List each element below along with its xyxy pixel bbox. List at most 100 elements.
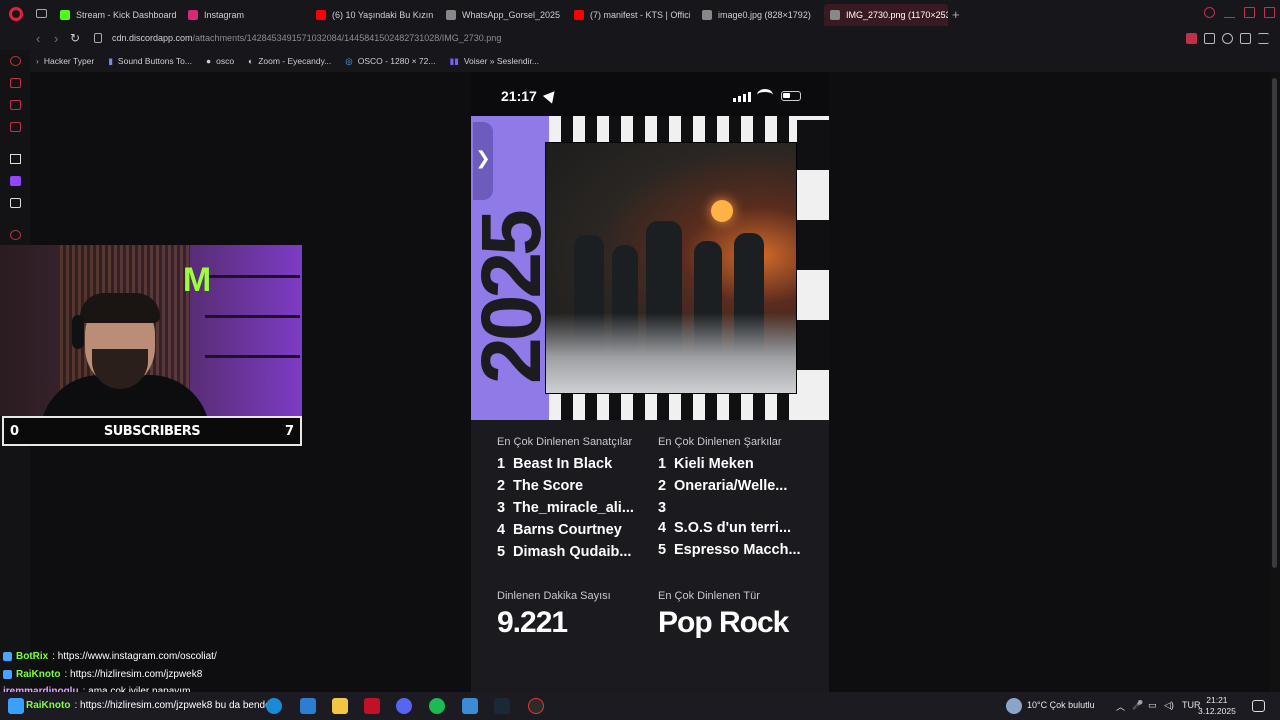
store-icon[interactable] — [300, 698, 316, 714]
volume-icon[interactable]: ◁) — [1164, 700, 1174, 711]
address-bar: ‹ › ↻ cdn.discordapp.com/attachments/142… — [0, 28, 1280, 50]
shelf — [205, 355, 300, 358]
wrapped-screenshot: 21:17 2025 ❯ En Çok Dinlenen Sanatçılar … — [471, 72, 829, 692]
clock[interactable]: 21:21 3.12.2025 — [1198, 695, 1236, 717]
file-explorer-icon[interactable] — [332, 698, 348, 714]
badge-icon — [3, 669, 12, 679]
genre-value: Pop Rock — [658, 606, 789, 639]
close-icon[interactable] — [1264, 7, 1275, 18]
pinboard-icon[interactable] — [10, 122, 21, 132]
wrapped-artwork: 2025 ❯ — [471, 116, 829, 420]
fog — [546, 313, 796, 393]
tab-instagram[interactable]: Instagram — [182, 4, 302, 26]
list-item: 3 The_miracle_ali... — [497, 500, 634, 516]
list-item: 2 The Score — [497, 478, 584, 494]
history-icon[interactable] — [10, 230, 21, 240]
wifi-icon — [757, 89, 773, 101]
bookmark-hacker-typer[interactable]: › Hacker Typer — [36, 56, 94, 66]
notifications-icon[interactable] — [1252, 700, 1265, 712]
opera-taskbar-icon[interactable] — [364, 698, 380, 714]
battery-icon — [781, 91, 801, 101]
tray-chevron-icon[interactable]: ︿ — [1116, 700, 1125, 713]
top-artists-list: 1 Beast In Black 2 The Score 3 The_miracle_… — [497, 456, 634, 566]
sync-icon[interactable] — [10, 56, 21, 66]
reload-icon[interactable]: ↻ — [70, 31, 80, 45]
tab-whatsapp-image[interactable]: WhatsApp_Gorsel_2025 — [440, 4, 560, 26]
screen: Stream - Kick Dashboard Instagram (6) 10… — [0, 0, 1280, 720]
list-item: 2 Oneraria/Welle... — [658, 478, 788, 494]
tab-manifest-video[interactable]: (7) manifest - KTS | Offici — [568, 4, 690, 26]
bookmark-osco[interactable]: ● osco — [206, 56, 234, 66]
document-icon — [830, 10, 840, 20]
microphone-icon[interactable]: 🎤 — [1132, 700, 1143, 711]
list-item: 5 Espresso Macch... — [658, 542, 801, 558]
list-item: 4 S.O.S d'un terri... — [658, 520, 792, 536]
app-a-icon[interactable] — [10, 154, 21, 164]
opera-logo-icon[interactable] — [9, 7, 23, 21]
search-tabs-icon[interactable] — [1204, 7, 1215, 18]
chevron-icon: › — [36, 56, 39, 66]
voiser-icon: ▮▮ — [449, 55, 459, 66]
aria-icon[interactable] — [10, 78, 21, 88]
zoom-icon: ◐ — [248, 56, 254, 66]
edge-icon[interactable] — [266, 698, 282, 714]
tab-strip: Stream - Kick Dashboard Instagram (6) 10… — [0, 0, 1280, 28]
bot-badge-icon — [3, 651, 12, 661]
bookmarks-bar: › Hacker Typer ▮ Sound Buttons To... ● osco… — [30, 50, 1280, 72]
tab-image0[interactable]: image0.jpg (828×1792) — [696, 4, 818, 26]
sound-icon: ▮ — [108, 55, 113, 66]
download-icon[interactable] — [1240, 33, 1251, 44]
maximize-icon[interactable] — [1244, 7, 1255, 18]
chevron-right-icon[interactable]: ❯ — [473, 122, 493, 200]
osco-icon: ◎ — [345, 55, 353, 66]
tab-menu-icon[interactable] — [36, 9, 47, 18]
signal-icon — [733, 92, 751, 102]
youtube-icon — [316, 10, 326, 20]
forward-icon[interactable]: › — [54, 31, 58, 46]
bookmark-zoom[interactable]: ◐ Zoom - Eyecandy... — [248, 56, 331, 66]
x-icon[interactable] — [10, 198, 21, 208]
list-item: 4 Barns Courtney — [497, 522, 622, 538]
weather-text[interactable]: 10°C Çok bulutlu — [1027, 700, 1095, 710]
wrapped-stats: En Çok Dinlenen Sanatçılar En Çok Dinlen… — [471, 420, 829, 692]
scrollbar-thumb[interactable] — [1272, 78, 1277, 568]
phone-status-bar: 21:17 — [471, 72, 829, 116]
extension-icon[interactable] — [1186, 33, 1197, 44]
network-icon[interactable]: ▭ — [1148, 700, 1157, 711]
back-icon[interactable]: ‹ — [36, 31, 40, 46]
steam-icon[interactable] — [494, 698, 510, 714]
windows-start-icon[interactable] — [8, 698, 24, 714]
tab-kick-dashboard[interactable]: Stream - Kick Dashboard — [54, 4, 178, 26]
url-field[interactable]: cdn.discordapp.com/attachments/142845349… — [112, 33, 501, 43]
top-songs-list: 1 Kieli Meken 2 Oneraria/Welle... 3 4 S.O.S… — [658, 456, 801, 564]
lock-icon — [94, 33, 102, 43]
spotify-icon[interactable] — [429, 698, 445, 714]
app-icon[interactable] — [462, 698, 478, 714]
band-photo — [545, 142, 797, 394]
messenger-icon[interactable] — [10, 100, 21, 110]
bookmark-voiser[interactable]: ▮▮ Voiser » Seslendir... — [449, 56, 539, 67]
new-tab-icon[interactable]: + — [952, 7, 960, 22]
extensions-puzzle-icon[interactable] — [1204, 33, 1215, 44]
instagram-icon — [188, 10, 198, 20]
minimize-icon[interactable] — [1224, 7, 1235, 18]
obs-icon[interactable] — [528, 698, 544, 714]
shelf — [205, 315, 300, 318]
document-icon — [446, 10, 456, 20]
top-artists-heading: En Çok Dinlenen Sanatçılar — [497, 436, 633, 448]
chat-message: RaiKnoto: https://hizliresim.com/jzpwek8 — [3, 665, 217, 683]
streamer-hair — [80, 293, 160, 323]
twitch-icon[interactable] — [10, 176, 21, 186]
profile-icon[interactable] — [1222, 33, 1233, 44]
headset-icon — [72, 315, 84, 349]
tab-img-2730[interactable]: IMG_2730.png (1170×253 — [824, 4, 948, 26]
bookmark-sound-buttons[interactable]: ▮ Sound Buttons To... — [108, 56, 192, 67]
list-item: 1 Beast In Black — [497, 456, 613, 472]
menu-icon[interactable] — [1258, 33, 1269, 44]
subs-label: SUBSCRIBERS — [103, 423, 201, 439]
discord-icon[interactable] — [396, 698, 412, 714]
tab-youtube-video[interactable]: (6) 10 Yaşındaki Bu Kızın — [310, 4, 436, 26]
top-songs-heading: En Çok Dinlenen Şarkılar — [658, 436, 782, 448]
bookmark-osco-resize[interactable]: ◎ OSCO - 1280 × 72... — [345, 56, 435, 67]
chat-message: BotRix: https://www.instagram.com/oscoli… — [3, 647, 217, 665]
